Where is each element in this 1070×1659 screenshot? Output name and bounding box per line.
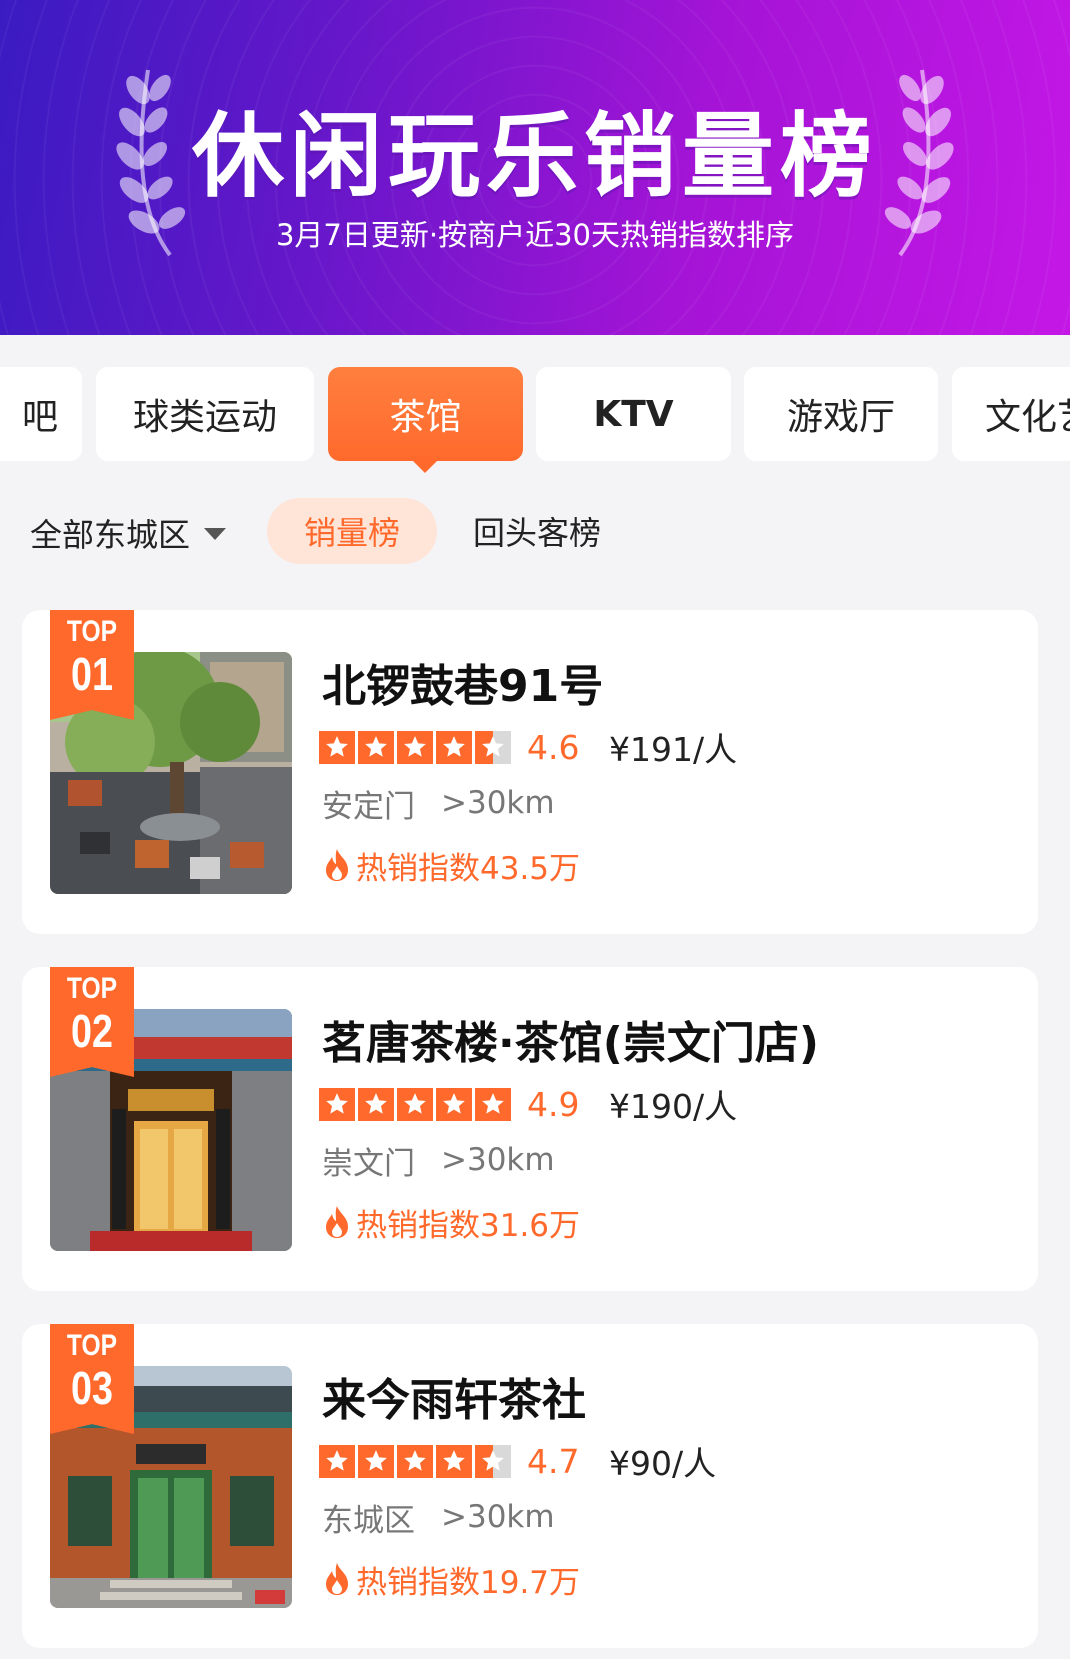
rank-number: 01 [71, 648, 113, 700]
star-icon [397, 1087, 433, 1121]
rank-top-label: TOP [66, 972, 118, 1005]
half-star-icon [475, 1444, 511, 1478]
hot-index: 热销指数43.5万 [356, 850, 581, 887]
hot-index-row: 热销指数31.6万 [322, 1202, 581, 1244]
tab-sales-ranking[interactable]: 销量榜 [267, 498, 437, 564]
star-icon [436, 1444, 472, 1478]
hot-index: 热销指数19.7万 [356, 1564, 581, 1601]
hot-index-row: 热销指数43.5万 [322, 845, 581, 887]
top-rank-badge: TOP 02 [50, 967, 134, 1077]
rating-score: 4.9 [527, 1084, 580, 1124]
shop-name[interactable]: 茗唐茶楼·茶馆(崇文门店) [322, 1007, 819, 1069]
star-icon [358, 730, 394, 764]
category-tab-ball-sports[interactable]: 球类运动 [96, 367, 314, 461]
star-icon [475, 1087, 511, 1121]
tab-repeat-customer-ranking[interactable]: 回头客榜 [473, 498, 601, 564]
banner-title: 休闲玩乐销量榜 [191, 103, 878, 210]
half-star-icon [475, 730, 511, 764]
fire-icon [326, 1206, 348, 1238]
location-row: 崇文门 >30km [322, 1140, 555, 1182]
shop-name[interactable]: 来今雨轩茶社 [322, 1364, 586, 1426]
rating-score: 4.7 [527, 1441, 580, 1481]
rating-row: 4.6 ¥191/人 [319, 727, 737, 769]
star-icon [319, 1444, 355, 1478]
category-tab-ktv[interactable]: KTV [536, 367, 731, 461]
rank-top-label: TOP [66, 1329, 118, 1362]
price-per-person: ¥191/人 [609, 730, 738, 769]
star-rating [319, 730, 511, 764]
rating-score: 4.6 [527, 727, 580, 767]
top-rank-badge: TOP 01 [50, 610, 134, 720]
location-row: 东城区 >30km [322, 1497, 555, 1539]
shop-area: 崇文门 [322, 1145, 415, 1182]
fire-icon [326, 1563, 348, 1595]
star-icon [319, 730, 355, 764]
star-icon [397, 1444, 433, 1478]
shop-name[interactable]: 北锣鼓巷91号 [322, 650, 603, 712]
category-tab-bar[interactable]: 吧 [0, 367, 82, 461]
price-per-person: ¥190/人 [609, 1087, 738, 1126]
area-filter-label: 全部东城区 [30, 516, 191, 554]
rank-number: 02 [71, 1005, 113, 1057]
category-tab-teahouse[interactable]: 茶馆 [328, 367, 523, 461]
rank-top-label: TOP [66, 615, 118, 648]
star-rating [319, 1444, 511, 1478]
shop-card[interactable]: TOP 01 北锣鼓巷91号 4.6 ¥191/人 安定门 >30km 热销指数… [22, 610, 1038, 934]
area-filter-dropdown[interactable]: 全部东城区 [30, 508, 227, 558]
category-tab-arcade[interactable]: 游戏厅 [744, 367, 938, 461]
price-per-person: ¥90/人 [609, 1444, 717, 1483]
location-row: 安定门 >30km [322, 783, 555, 825]
star-rating [319, 1087, 511, 1121]
category-tab-culture-art[interactable]: 文化艺 [952, 367, 1070, 461]
rank-number: 03 [71, 1362, 113, 1414]
shop-card[interactable]: TOP 02 茗唐茶楼·茶馆(崇文门店) 4.9 ¥190/人 崇文门 >30k… [22, 967, 1038, 1291]
hot-index-row: 热销指数19.7万 [322, 1559, 581, 1601]
star-icon [319, 1087, 355, 1121]
caret-down-icon [204, 528, 227, 540]
star-icon [397, 730, 433, 764]
top-rank-badge: TOP 03 [50, 1324, 134, 1434]
ranking-banner: 休闲玩乐销量榜 3月7日更新·按商户近30天热销指数排序 [0, 0, 1070, 335]
star-icon [358, 1087, 394, 1121]
fire-icon [326, 849, 348, 881]
shop-area: 安定门 [322, 788, 415, 825]
rating-row: 4.7 ¥90/人 [319, 1441, 716, 1483]
category-tabs: 吧 球类运动 茶馆 KTV 游戏厅 文化艺 [0, 367, 1070, 461]
rating-row: 4.9 ¥190/人 [319, 1084, 737, 1126]
star-icon [358, 1444, 394, 1478]
star-icon [436, 1087, 472, 1121]
shop-area: 东城区 [322, 1502, 415, 1539]
shop-distance: >30km [441, 785, 555, 821]
shop-card[interactable]: TOP 03 来今雨轩茶社 4.7 ¥90/人 东城区 >30km 热销指数19… [22, 1324, 1038, 1648]
active-tab-pointer [411, 459, 439, 473]
star-icon [436, 730, 472, 764]
banner-subtitle: 3月7日更新·按商户近30天热销指数排序 [275, 218, 795, 252]
hot-index: 热销指数31.6万 [356, 1207, 581, 1244]
shop-distance: >30km [441, 1142, 555, 1178]
shop-distance: >30km [441, 1499, 555, 1535]
